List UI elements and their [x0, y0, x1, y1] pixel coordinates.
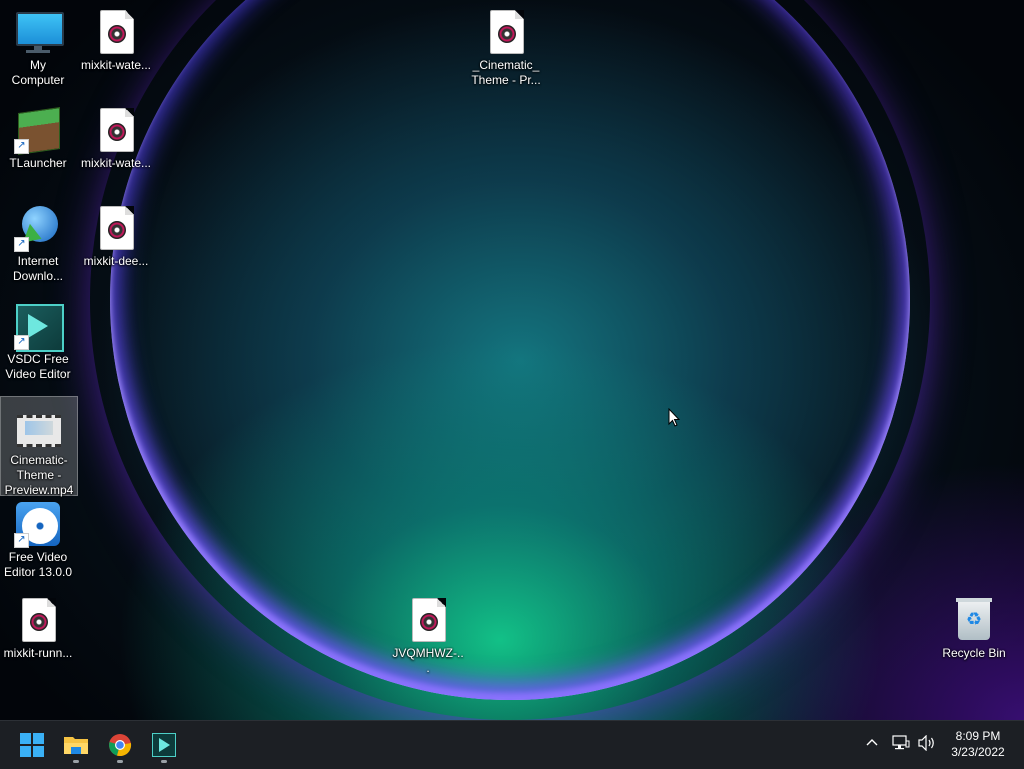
- desktop-icon-label: Cinematic-Theme - Preview.mp4: [4, 453, 74, 497]
- desktop-icon-tlauncher[interactable]: ↗ TLauncher: [0, 100, 76, 171]
- desktop-icon-recycle-bin[interactable]: ♻ Recycle Bin: [936, 590, 1012, 661]
- recycle-bin-icon: ♻: [950, 596, 998, 644]
- speaker-icon: [918, 734, 934, 752]
- desktop-icon-free-video-editor[interactable]: ↗ Free Video Editor 13.0.0: [0, 494, 76, 580]
- film-reel-icon: ↗: [14, 500, 62, 548]
- desktop-icon-label: mixkit-runn...: [3, 646, 73, 660]
- desktop-icon-label: _Cinematic_ Theme - Pr...: [471, 58, 541, 87]
- computer-icon: [14, 8, 64, 56]
- taskbar-chrome[interactable]: [100, 725, 140, 765]
- running-indicator: [161, 760, 167, 763]
- shortcut-arrow-icon: ↗: [14, 335, 29, 350]
- desktop-icon-audio-file[interactable]: mixkit-wate...: [78, 2, 154, 73]
- desktop-icon-audio-file[interactable]: JVQMHWZ-...: [390, 590, 466, 676]
- taskbar-file-explorer[interactable]: [56, 725, 96, 765]
- file-explorer-icon: [64, 737, 88, 754]
- minecraft-block-icon: ↗: [14, 106, 62, 155]
- volume-button[interactable]: [918, 734, 936, 754]
- desktop-icon-internet-download-manager[interactable]: ↗ Internet Downlo...: [0, 198, 76, 284]
- show-hidden-icons-button[interactable]: [864, 735, 880, 754]
- desktop-icon-vsdc[interactable]: ↗ VSDC Free Video Editor: [0, 296, 76, 382]
- desktop-icon-audio-file[interactable]: mixkit-dee...: [78, 198, 154, 269]
- start-button[interactable]: [12, 725, 52, 765]
- shortcut-arrow-icon: ↗: [14, 237, 29, 252]
- desktop-icon-label: mixkit-wate...: [80, 156, 151, 170]
- desktop-icon-label: mixkit-dee...: [83, 254, 149, 268]
- audio-file-icon: [92, 8, 140, 56]
- desktop-icon-audio-file[interactable]: _Cinematic_ Theme - Pr...: [468, 2, 544, 88]
- desktop-icon-label: VSDC Free Video Editor: [5, 352, 71, 381]
- shortcut-arrow-icon: ↗: [14, 533, 29, 548]
- audio-file-icon: [404, 596, 452, 644]
- desktop-icon-label: My Computer: [11, 58, 65, 87]
- download-globe-icon: ↗: [14, 204, 62, 252]
- taskbar: 8:09 PM 3/23/2022: [0, 720, 1024, 769]
- vsdc-icon: ↗: [14, 302, 64, 352]
- audio-file-icon: [92, 204, 140, 252]
- desktop-icon-audio-file[interactable]: mixkit-wate...: [78, 100, 154, 171]
- audio-file-icon: [482, 8, 530, 56]
- mouse-cursor-icon: [668, 408, 680, 427]
- shortcut-arrow-icon: ↗: [14, 139, 29, 154]
- desktop-icon-label: Recycle Bin: [942, 646, 1006, 660]
- clock-date: 3/23/2022: [951, 745, 1005, 759]
- desktop-icon-label: JVQMHWZ-...: [392, 646, 464, 675]
- chevron-up-icon: [866, 739, 878, 746]
- vsdc-icon: [152, 733, 176, 757]
- desktop-icon-label: Free Video Editor 13.0.0: [3, 550, 73, 579]
- taskbar-vsdc[interactable]: [144, 725, 184, 765]
- clock-button[interactable]: 8:09 PM 3/23/2022: [946, 728, 1010, 760]
- desktop-icon-label: Internet Downlo...: [12, 254, 64, 283]
- audio-file-icon: [92, 106, 140, 154]
- network-button[interactable]: [892, 735, 910, 754]
- running-indicator: [117, 760, 123, 763]
- chrome-icon: [109, 734, 132, 757]
- audio-file-icon: [14, 596, 62, 644]
- clock-time: 8:09 PM: [955, 729, 1001, 743]
- start-icon: [20, 733, 44, 757]
- video-file-icon: [15, 403, 63, 451]
- desktop-icon-video-file[interactable]: Cinematic-Theme - Preview.mp4: [0, 396, 78, 497]
- desktop-icon-label: mixkit-wate...: [80, 58, 151, 72]
- desktop-icon-audio-file[interactable]: mixkit-runn...: [0, 590, 76, 661]
- network-icon: [892, 735, 910, 750]
- running-indicator: [73, 760, 79, 763]
- desktop-icon-my-computer[interactable]: My Computer: [0, 2, 76, 88]
- desktop-icon-label: TLauncher: [9, 156, 67, 170]
